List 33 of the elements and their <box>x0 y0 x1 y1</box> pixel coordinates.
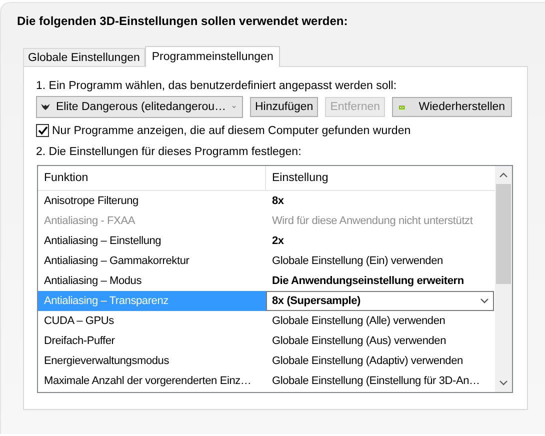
checkbox[interactable] <box>36 124 49 137</box>
checkbox-label[interactable]: Nur Programme anzeigen, die auf diesem Computer gefunden wurden <box>52 124 411 136</box>
action-button[interactable]: Hinzufügen <box>250 97 318 117</box>
action-button[interactable]: Wiederherstellen <box>392 97 512 117</box>
setting-name[interactable]: Dreifach-Puffer <box>38 331 266 351</box>
setting-value: 2x <box>271 234 285 249</box>
column-header: Einstellung <box>271 171 330 186</box>
tab[interactable]: Programmeinstellungen <box>144 46 280 67</box>
setting-name[interactable]: Anisotrope Filterung <box>38 191 266 211</box>
setting-value: Wird für diese Anwendung nicht unterstützt <box>271 214 474 229</box>
caret-icon <box>480 298 489 304</box>
setting-value: 8x <box>271 194 285 209</box>
setting-value: Globale Einstellung (Einstellung für 3D-An… <box>271 374 481 389</box>
setting-name[interactable]: CUDA – GPUs <box>38 311 266 331</box>
setting-value: Die Anwendungseinstellung erweitern <box>271 274 465 289</box>
program-dropdown[interactable]: Elite Dangerous (elitedangerou… <box>36 96 243 118</box>
setting-name[interactable]: Antialiasing – Einstellung <box>38 231 266 251</box>
setting-value: Globale Einstellung (Adaptiv) verwenden <box>271 354 464 369</box>
setting-value: Globale Einstellung (Aus) verwenden <box>271 334 447 349</box>
setting-name[interactable]: Maximale Anzahl der vorgerenderten Einz… <box>38 371 266 391</box>
setting-value: Globale Einstellung (Alle) verwenden <box>271 314 446 329</box>
setting-value: Globale Einstellung (Ein) verwenden <box>271 254 444 269</box>
setting-name[interactable]: Antialiasing – Modus <box>38 271 266 291</box>
setting-name[interactable]: Antialiasing – Gammakorrektur <box>38 251 266 271</box>
section-heading: Die folgenden 3D-Einstellungen sollen verwendet werden: <box>17 14 348 28</box>
tab[interactable]: Globale Einstellungen <box>23 48 145 66</box>
caret-icon <box>232 104 236 110</box>
setting-name[interactable]: Energieverwaltungsmodus <box>38 351 266 371</box>
scrollbar-thumb[interactable] <box>496 184 511 284</box>
step-label: 2. Die Einstellungen für dieses Programm festlegen: <box>36 146 302 158</box>
column-header: Funktion <box>38 166 266 190</box>
setting-dropdown[interactable]: 8x (Supersample) <box>266 291 494 311</box>
step-label: 1. Ein Programm wählen, das benutzerdefiniert angepasst werden soll: <box>36 80 397 92</box>
